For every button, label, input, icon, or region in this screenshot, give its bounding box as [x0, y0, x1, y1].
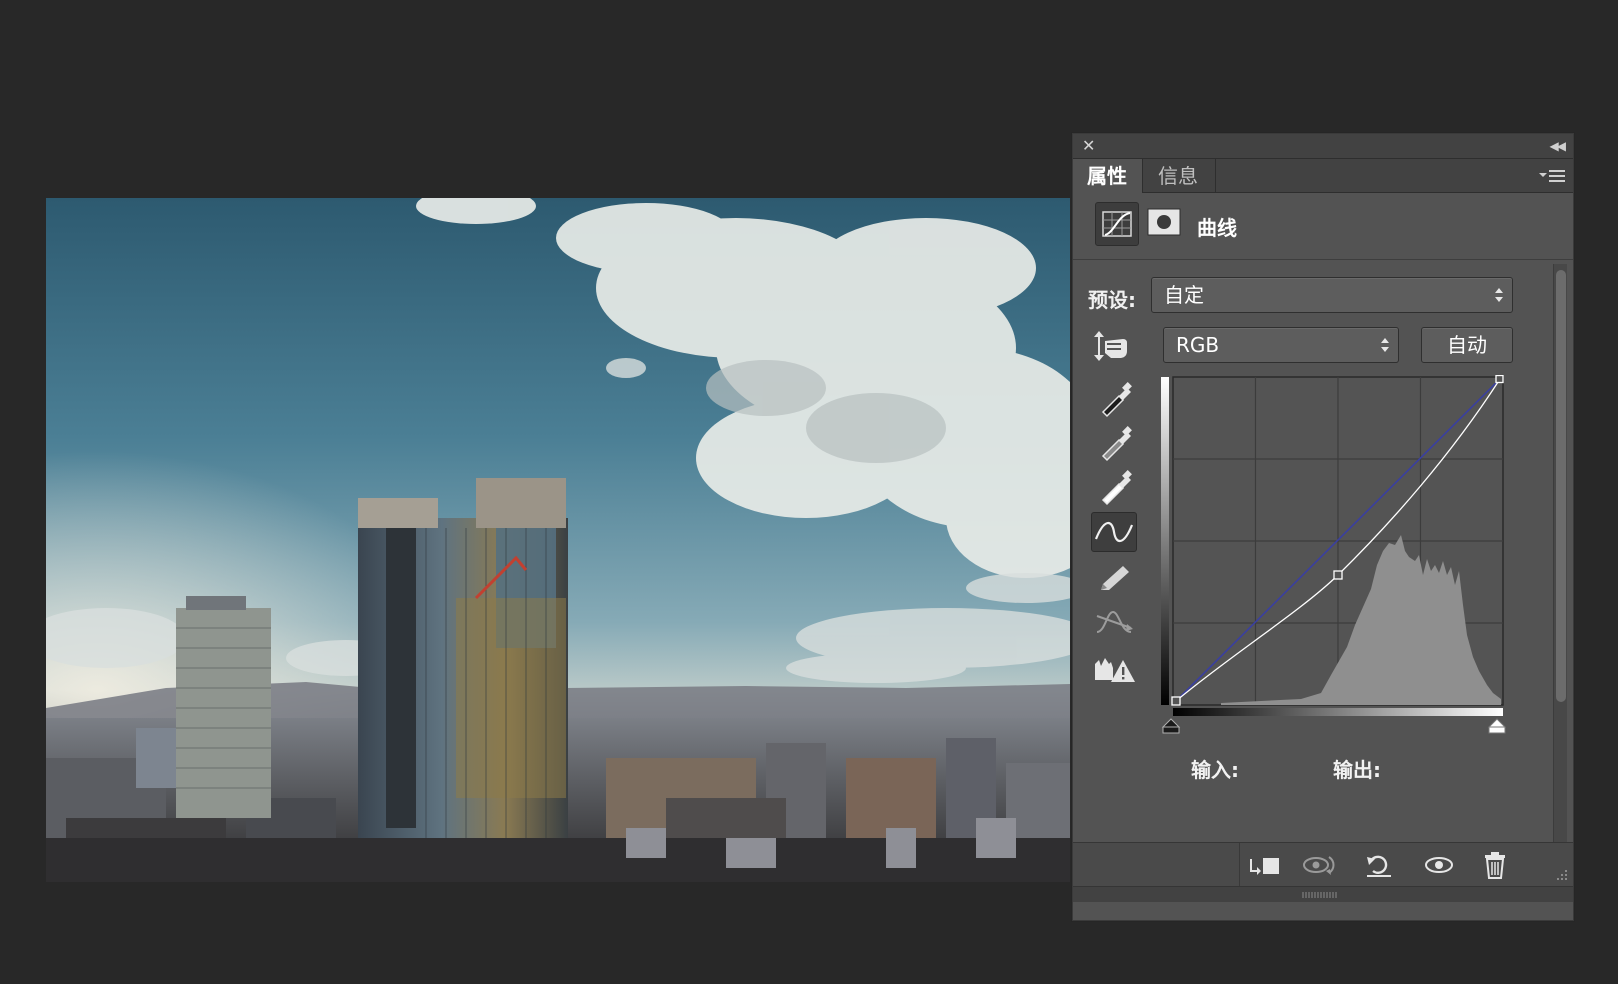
auto-button[interactable]: 自动 [1421, 327, 1513, 363]
close-icon[interactable]: ✕ [1082, 136, 1095, 156]
adjustment-title: 曲线 [1197, 216, 1237, 240]
preset-label: 预设: [1088, 288, 1136, 312]
adjustment-header: 曲线 [1073, 194, 1573, 260]
input-label: 输入: [1191, 758, 1239, 782]
resize-grip-icon[interactable] [1553, 866, 1569, 882]
gray-point-eyedropper-icon[interactable] [1091, 422, 1137, 462]
panel-footer [1073, 886, 1573, 902]
clipping-warning-icon[interactable] [1091, 648, 1137, 688]
panel-menu-icon[interactable] [1539, 167, 1565, 185]
panel-bottom-toolbar [1073, 842, 1573, 887]
draw-curve-pencil-icon[interactable] [1091, 558, 1137, 598]
on-image-adjust-hand-icon[interactable] [1093, 327, 1135, 365]
panel-titlebar: ✕ ◀◀ [1073, 134, 1573, 159]
panel-tabbar: 属性 信息 [1073, 159, 1573, 193]
curve-point-black[interactable] [1171, 696, 1181, 706]
edit-points-curve-icon[interactable] [1091, 512, 1137, 552]
input-gradient-bar [1173, 708, 1503, 716]
delete-icon[interactable] [1475, 849, 1515, 881]
city-skyline-photo [46, 198, 1070, 882]
tab-properties[interactable]: 属性 [1073, 159, 1143, 193]
select-arrows-icon [1381, 338, 1389, 352]
preset-select[interactable]: 自定 [1151, 277, 1513, 313]
channel-value: RGB [1176, 333, 1220, 357]
smooth-curve-icon[interactable] [1091, 602, 1137, 642]
white-point-slider[interactable] [1488, 726, 1506, 734]
curves-adjustment-icon[interactable] [1095, 202, 1139, 246]
toggle-visibility-icon[interactable] [1419, 849, 1459, 881]
black-point-eyedropper-icon[interactable] [1091, 378, 1137, 418]
panel-scrollbar[interactable] [1553, 264, 1567, 842]
scrollbar-thumb[interactable] [1556, 270, 1566, 702]
reset-icon[interactable] [1359, 849, 1399, 881]
properties-panel: ✕ ◀◀ 属性 信息 曲线 预设: 自定 RGB 自动 输入: 输出: [1072, 133, 1574, 921]
output-label: 输出: [1333, 758, 1381, 782]
layer-mask-icon[interactable] [1147, 208, 1181, 236]
document-image[interactable] [46, 198, 1070, 882]
double-chevron-left-icon[interactable]: ◀◀ [1550, 137, 1567, 155]
black-point-slider[interactable] [1162, 726, 1180, 734]
white-point-eyedropper-icon[interactable] [1091, 466, 1137, 506]
tab-info[interactable]: 信息 [1144, 159, 1216, 193]
view-previous-state-icon[interactable] [1299, 849, 1339, 881]
curve-point-mid[interactable] [1333, 570, 1343, 580]
clip-to-layer-icon[interactable] [1243, 849, 1283, 881]
curve-point-white[interactable] [1495, 375, 1504, 384]
channel-select[interactable]: RGB [1163, 327, 1399, 363]
select-arrows-icon [1495, 288, 1503, 302]
drag-handle-icon[interactable] [1301, 891, 1341, 899]
output-gradient-bar [1161, 377, 1169, 705]
curves-graph[interactable] [1161, 375, 1507, 735]
preset-value: 自定 [1164, 283, 1204, 307]
